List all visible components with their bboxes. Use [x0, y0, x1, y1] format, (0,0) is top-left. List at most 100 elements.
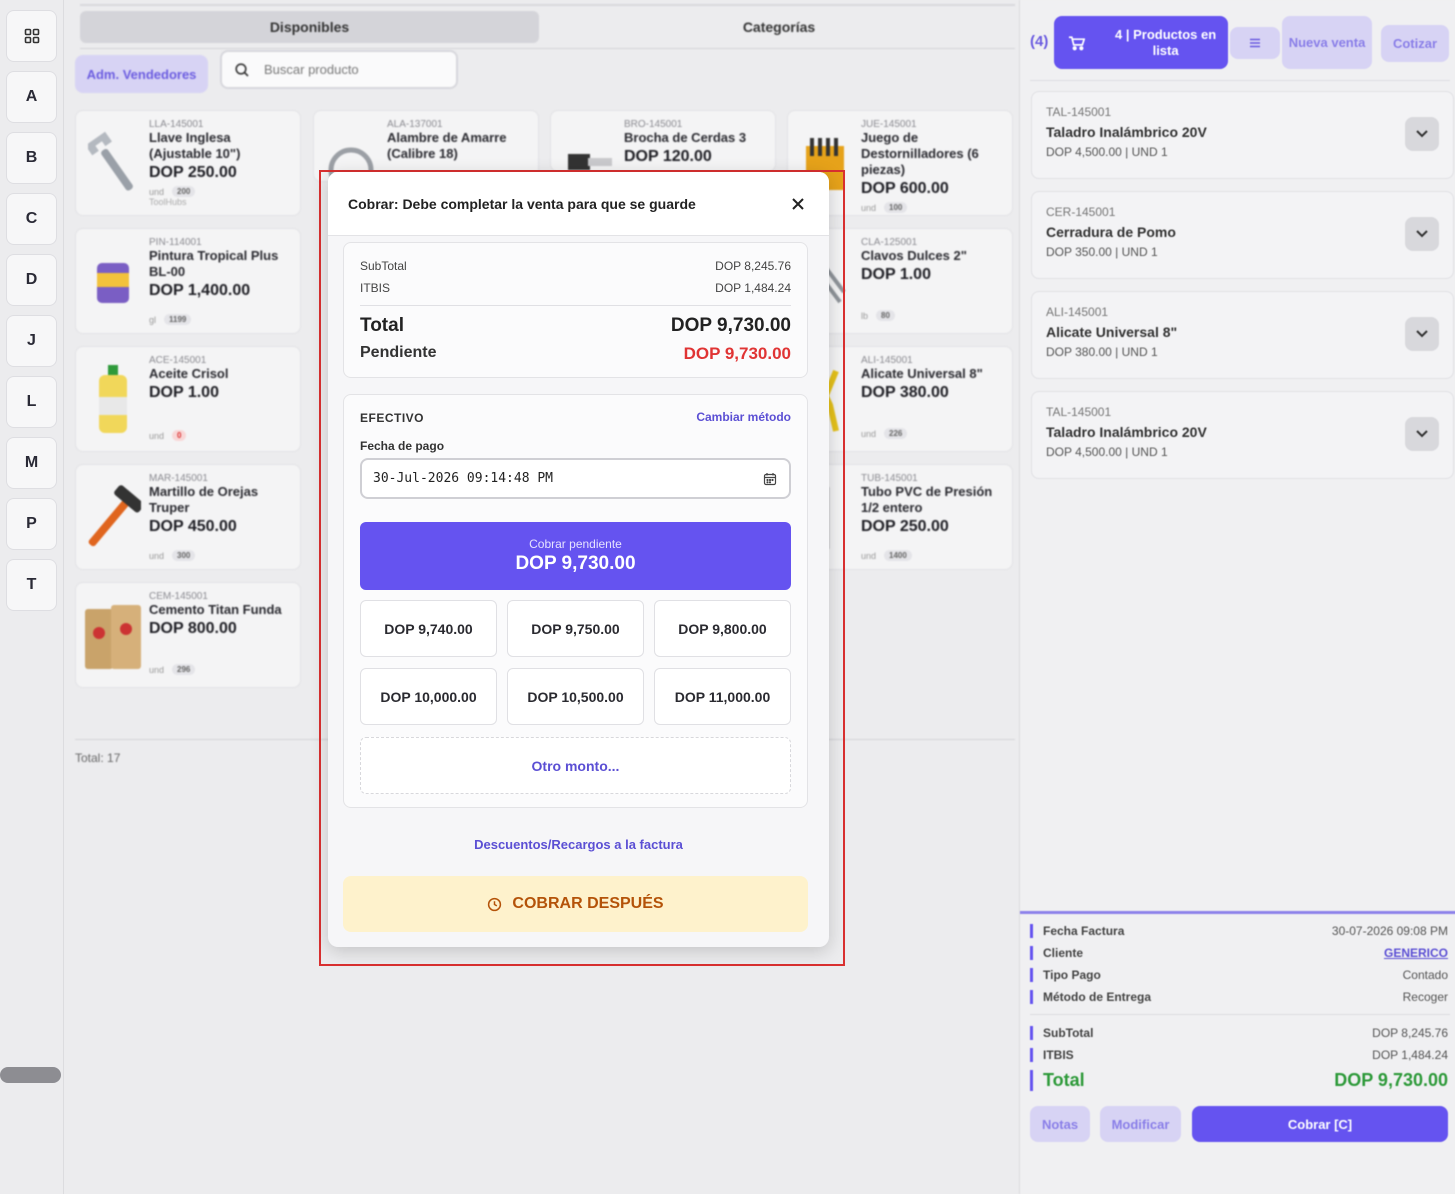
divider: [80, 4, 1015, 6]
invoice-discounts-link[interactable]: Descuentos/Recargos a la factura: [328, 837, 829, 852]
calendar-icon[interactable]: [763, 472, 777, 486]
summary-label: Total: [1043, 1070, 1085, 1090]
pay-pending-button[interactable]: Cobrar pendiente DOP 9,730.00: [360, 522, 791, 590]
letter-filter-d[interactable]: D: [6, 254, 57, 306]
chevron-down-icon: [1416, 330, 1428, 338]
quick-amount-button[interactable]: DOP 9,750.00: [507, 600, 644, 657]
new-sale-button[interactable]: Nueva venta: [1282, 16, 1372, 69]
cart-item-detail: DOP 380.00 | UND 1: [1046, 345, 1158, 359]
list-view-button[interactable]: [1230, 27, 1280, 59]
quick-amount-button[interactable]: DOP 10,000.00: [360, 668, 497, 725]
cart-item-detail: DOP 4,500.00 | UND 1: [1046, 145, 1168, 159]
cart-item-name: Alicate Universal 8": [1046, 324, 1178, 340]
search-placeholder: Buscar producto: [264, 62, 359, 77]
product-card[interactable]: MAR-145001 Martillo de Orejas Truper DOP…: [75, 464, 301, 570]
stock-badge: 0: [172, 430, 187, 441]
summary-total-value: DOP 9,730.00: [1334, 1070, 1448, 1090]
chevron-down-icon: [1416, 130, 1428, 138]
cart-item[interactable]: TAL-145001 Taladro Inalámbrico 20V DOP 4…: [1031, 91, 1454, 179]
letter-filter-b[interactable]: B: [6, 132, 57, 184]
cart-item[interactable]: ALI-145001 Alicate Universal 8" DOP 380.…: [1031, 291, 1454, 379]
list-icon: [1250, 38, 1260, 48]
product-card[interactable]: BRO-145001 Brocha de Cerdas 3 DOP 120.00: [550, 110, 776, 172]
grid-view-button[interactable]: [6, 10, 57, 62]
stock-badge: 200: [172, 186, 196, 197]
quick-amount-button[interactable]: DOP 9,740.00: [360, 600, 497, 657]
products-in-list-button[interactable]: 4 | Productos en lista: [1054, 16, 1228, 69]
product-card[interactable]: LLA-145001 Llave Inglesa (Ajustable 10")…: [75, 110, 301, 216]
expand-item-button[interactable]: [1405, 217, 1439, 251]
wrench-image: [82, 127, 144, 201]
tab-categorias[interactable]: Categorías: [549, 11, 1009, 43]
pending-value: DOP 9,730.00: [683, 344, 791, 363]
expand-item-button[interactable]: [1405, 417, 1439, 451]
other-amount-button[interactable]: Otro monto...: [360, 737, 791, 794]
tab-disponibles[interactable]: Disponibles: [80, 11, 539, 43]
charge-button[interactable]: Cobrar [C]: [1192, 1106, 1448, 1142]
quick-amount-button[interactable]: DOP 11,000.00: [654, 668, 791, 725]
quote-button[interactable]: Cotizar: [1381, 25, 1449, 62]
cart-count: (4): [1030, 33, 1049, 50]
product-name: Brocha de Cerdas 3: [624, 130, 747, 145]
quick-amount-button[interactable]: DOP 9,800.00: [654, 600, 791, 657]
grid-icon: [24, 28, 39, 44]
stock-badge: 1199: [164, 314, 192, 325]
close-icon[interactable]: [787, 193, 809, 215]
subtotal-value: DOP 8,245.76: [715, 259, 791, 273]
notes-button[interactable]: Notas: [1030, 1106, 1090, 1142]
cart-item-name: Cerradura de Pomo: [1046, 224, 1176, 240]
product-unit: lb: [861, 310, 869, 321]
expand-item-button[interactable]: [1405, 117, 1439, 151]
product-search-input[interactable]: Buscar producto: [220, 50, 458, 89]
rail-scrollbar[interactable]: [0, 1067, 61, 1083]
summary-value: Recoger: [1402, 990, 1448, 1004]
cart-item[interactable]: CER-145001 Cerradura de Pomo DOP 350.00 …: [1031, 191, 1454, 279]
pending-label: Pendiente: [360, 344, 437, 361]
product-name: Alambre de Amarre (Calibre 18): [387, 130, 507, 161]
letter-filter-l[interactable]: L: [6, 376, 57, 428]
modify-button[interactable]: Modificar: [1100, 1106, 1181, 1142]
summary-itbis: ITBIS DOP 1,484.24: [1030, 1048, 1448, 1062]
letter-filter-t[interactable]: T: [6, 559, 57, 611]
client-link[interactable]: GENERICO: [1384, 946, 1448, 960]
product-price: DOP 250.00: [149, 164, 237, 181]
product-card[interactable]: ACE-145001 Aceite Crisol DOP 1.00 und 0: [75, 346, 301, 452]
summary-value: 30-07-2026 09:08 PM: [1331, 924, 1448, 938]
payment-date-label: Fecha de pago: [360, 439, 445, 453]
product-price: DOP 120.00: [624, 148, 712, 165]
product-price: DOP 800.00: [149, 620, 237, 637]
divider: [360, 305, 791, 306]
product-code: ALA-137001: [387, 119, 443, 130]
divider: [80, 48, 1015, 49]
cart-item-code: CER-145001: [1046, 205, 1116, 219]
quick-amount-button[interactable]: DOP 10,500.00: [507, 668, 644, 725]
itbis-row: ITBIS DOP 1,484.24: [360, 281, 791, 295]
payment-method-box: EFECTIVO Cambiar método Fecha de pago 30…: [343, 394, 808, 808]
pay-later-button[interactable]: COBRAR DESPUÉS: [343, 876, 808, 932]
expand-item-button[interactable]: [1405, 317, 1439, 351]
summary-payment-type: Tipo Pago Contado: [1030, 968, 1448, 982]
product-price: DOP 1,400.00: [149, 282, 251, 299]
letter-filter-c[interactable]: C: [6, 193, 57, 245]
product-name: Clavos Dulces 2": [861, 248, 967, 263]
oil-bottle-image: [82, 363, 144, 437]
summary-label: Cliente: [1043, 946, 1084, 960]
cart-item[interactable]: TAL-145001 Taladro Inalámbrico 20V DOP 4…: [1031, 391, 1454, 479]
admin-sellers-button[interactable]: Adm. Vendedores: [75, 55, 208, 93]
change-method-link[interactable]: Cambiar método: [696, 410, 791, 424]
summary-delivery-method: Método de Entrega Recoger: [1030, 990, 1448, 1004]
pay-pending-amount: DOP 9,730.00: [515, 553, 636, 574]
letter-filter-m[interactable]: M: [6, 437, 57, 489]
summary-client: Cliente GENERICO: [1030, 946, 1448, 960]
letter-filter-j[interactable]: J: [6, 315, 57, 367]
payment-date-input[interactable]: 30-Jul-2026 09:14:48 PM: [360, 458, 791, 499]
product-price: DOP 380.00: [861, 384, 949, 401]
product-card[interactable]: PIN-114001 Pintura Tropical Plus BL-00 D…: [75, 228, 301, 334]
subtotal-row: SubTotal DOP 8,245.76: [360, 259, 791, 273]
product-card[interactable]: CEM-145001 Cemento Titan Funda DOP 800.0…: [75, 582, 301, 688]
product-name: Juego de Destornilladores (6 piezas): [861, 130, 979, 177]
letter-filter-p[interactable]: P: [6, 498, 57, 550]
letter-filter-a[interactable]: A: [6, 71, 57, 123]
pending-row: Pendiente DOP 9,730.00: [360, 344, 791, 364]
stock-badge: 100: [884, 202, 908, 213]
